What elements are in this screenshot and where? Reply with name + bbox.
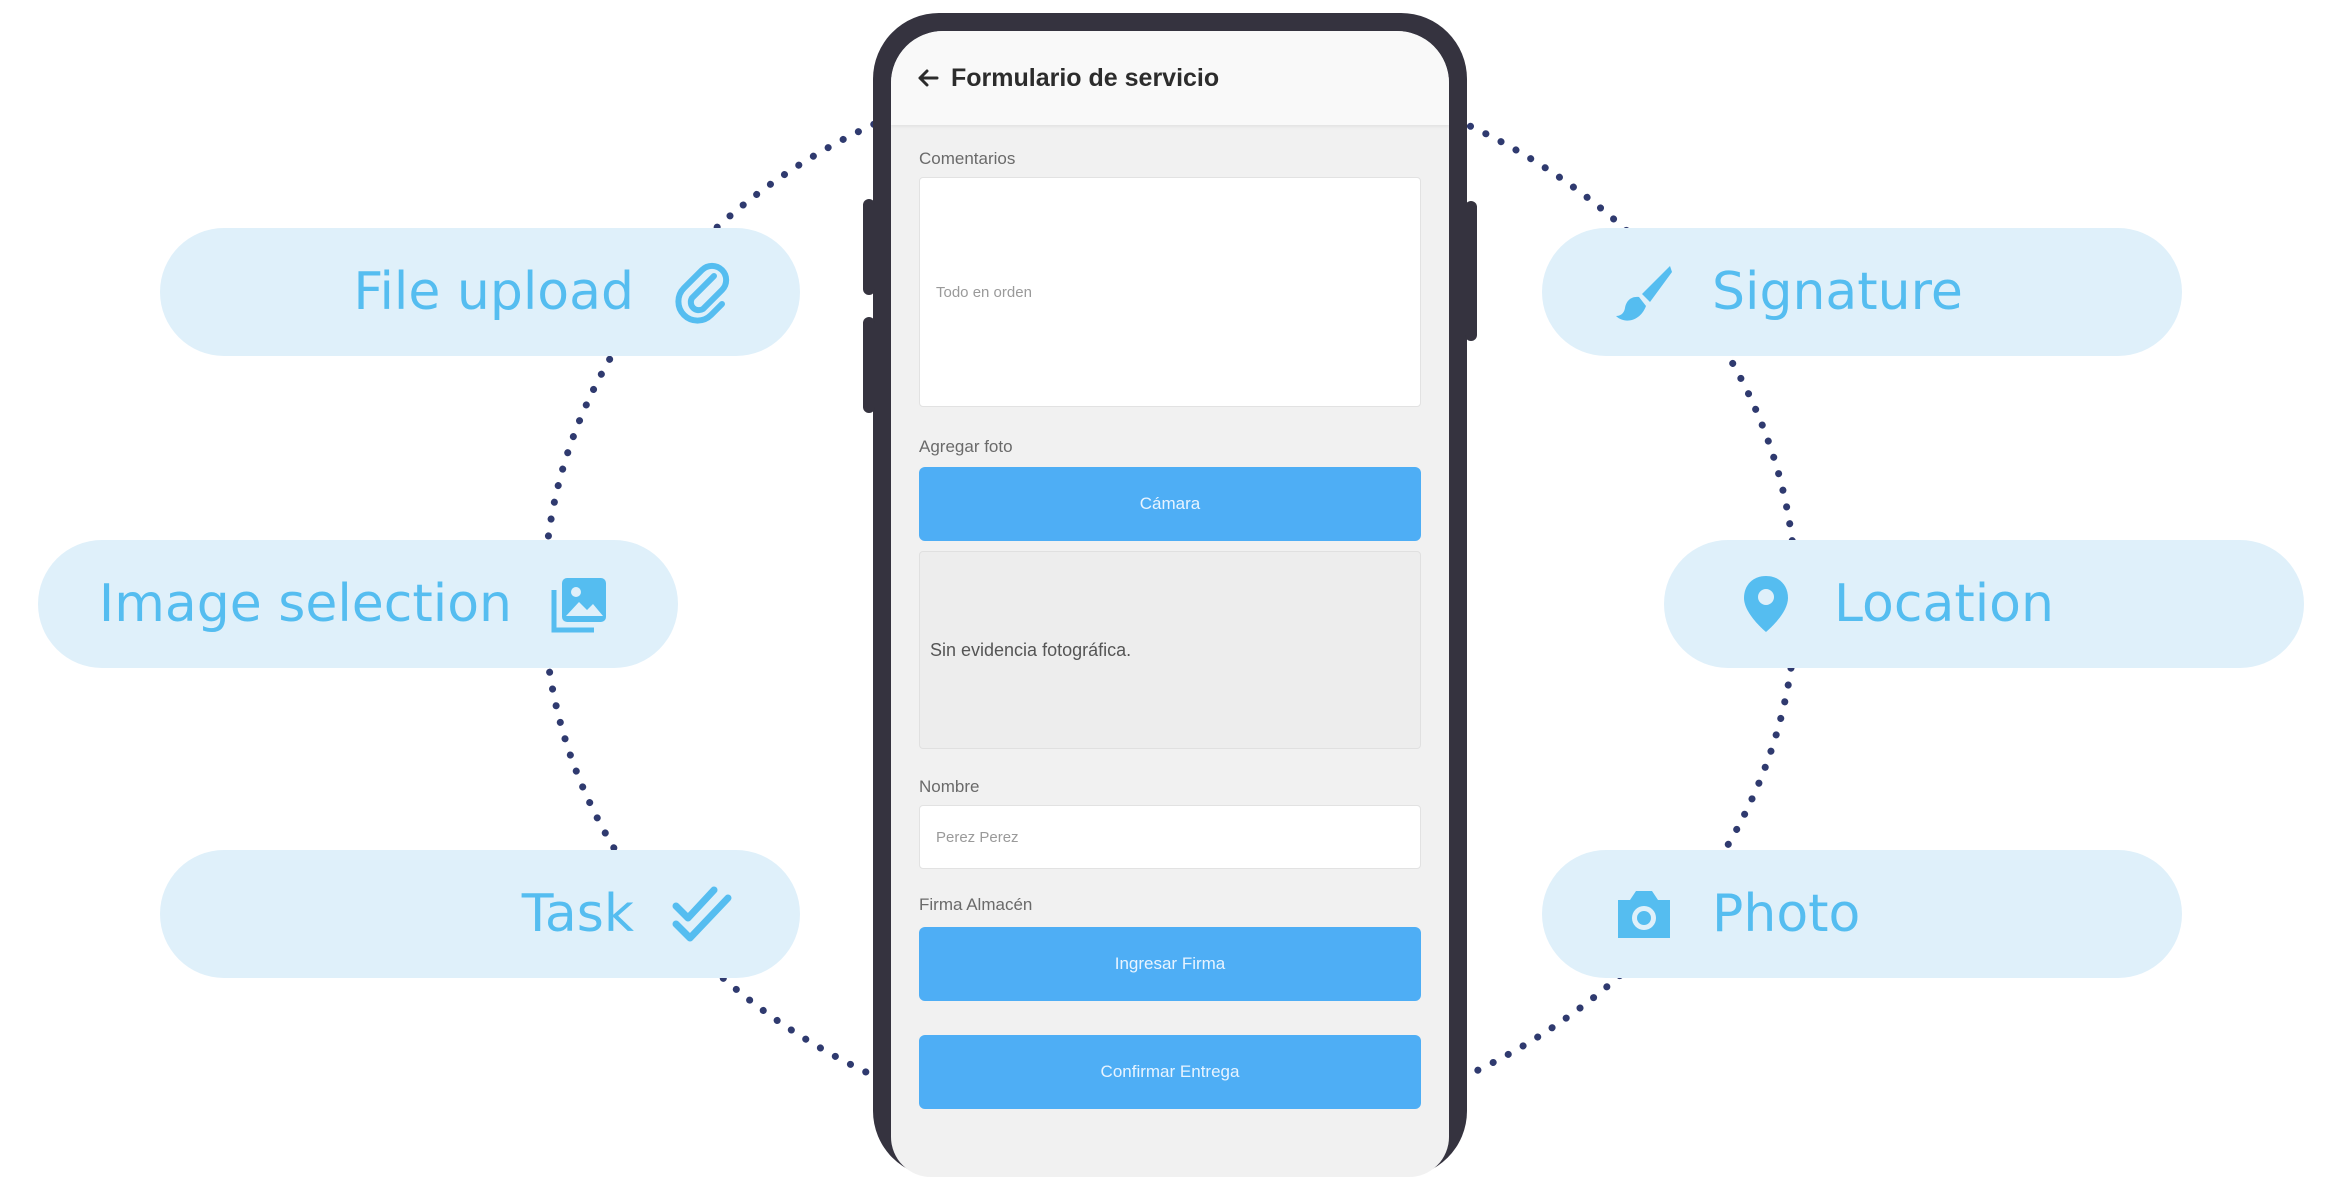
name-value: Perez Perez — [936, 828, 1019, 846]
feature-task: Task — [160, 850, 800, 978]
image-selection-label: Image selection — [98, 574, 512, 634]
feature-location: Location — [1664, 540, 2304, 668]
location-label: Location — [1834, 574, 2054, 634]
photo-label: Photo — [1712, 884, 1861, 944]
phone-power-button — [1465, 201, 1477, 341]
comments-label: Comentarios — [919, 149, 1016, 168]
feature-file-upload: File upload — [160, 228, 800, 356]
photo-evidence-box: Sin evidencia fotográfica. — [919, 551, 1421, 749]
signature-label: Signature — [1712, 262, 1963, 322]
name-label: Nombre — [919, 777, 980, 796]
comments-value: Todo en orden — [936, 283, 1032, 301]
name-field[interactable]: Perez Perez — [919, 805, 1421, 869]
page-title: Formulario de servicio — [951, 63, 1220, 92]
no-photo-text: Sin evidencia fotográfica. — [930, 639, 1132, 660]
add-photo-label: Agregar foto — [919, 437, 1013, 456]
map-pin-icon — [1734, 572, 1798, 636]
file-upload-label: File upload — [353, 262, 634, 322]
enter-signature-button[interactable]: Ingresar Firma — [919, 927, 1421, 1001]
app-bar: Formulario de servicio — [891, 31, 1449, 125]
pen-brush-icon — [1612, 260, 1676, 324]
image-gallery-icon — [548, 572, 612, 636]
feature-photo: Photo — [1542, 850, 2182, 978]
feature-image-selection: Image selection — [38, 540, 678, 668]
phone-mockup: Formulario de servicio Comentarios Todo … — [863, 13, 1477, 1177]
back-arrow-icon[interactable] — [915, 65, 941, 91]
task-label: Task — [521, 884, 634, 944]
feature-signature: Signature — [1542, 228, 2182, 356]
camera-icon — [1612, 882, 1676, 946]
paperclip-icon — [670, 260, 734, 324]
camera-button[interactable]: Cámara — [919, 467, 1421, 541]
comments-field[interactable]: Todo en orden — [919, 177, 1421, 407]
confirm-delivery-button[interactable]: Confirmar Entrega — [919, 1035, 1421, 1109]
phone-side-button — [863, 317, 875, 413]
signature-field-label: Firma Almacén — [919, 895, 1033, 914]
double-check-icon — [670, 882, 734, 946]
phone-screen: Formulario de servicio Comentarios Todo … — [891, 31, 1449, 1177]
phone-side-button — [863, 199, 875, 295]
service-form: Comentarios Todo en orden Agregar foto C… — [891, 149, 1449, 1109]
